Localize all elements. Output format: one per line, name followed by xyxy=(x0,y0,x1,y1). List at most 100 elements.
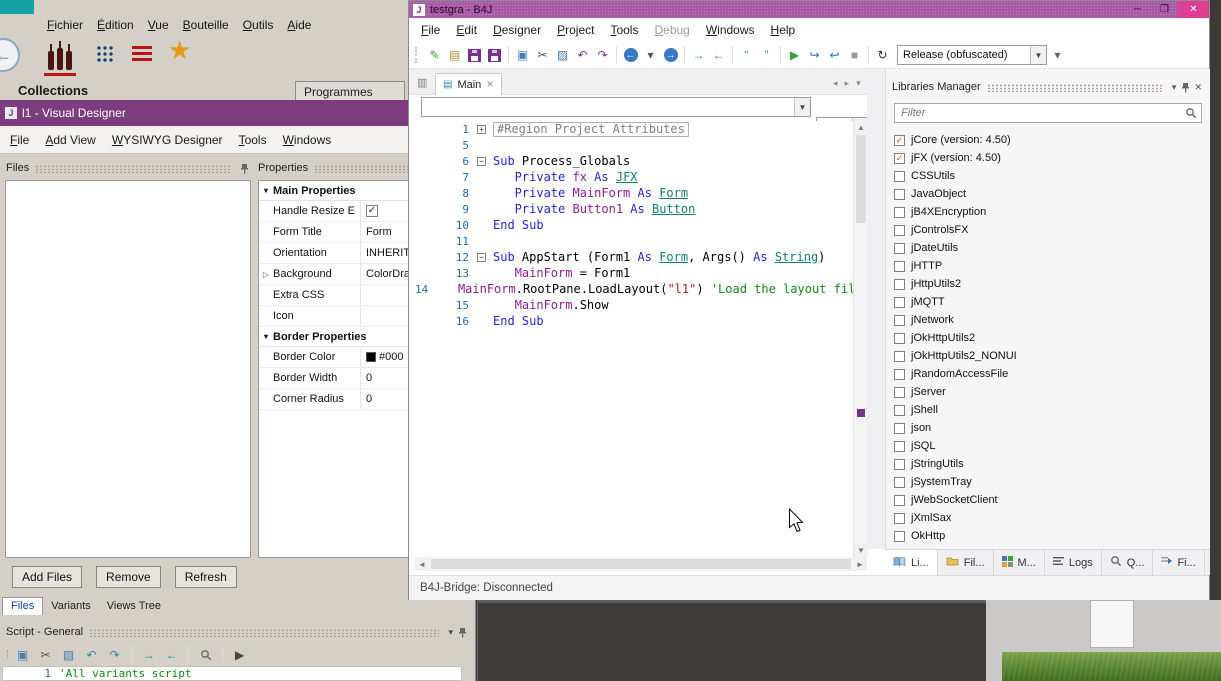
add-files-button[interactable]: Add Files xyxy=(12,566,82,588)
code-line-5[interactable]: 5 xyxy=(415,137,867,153)
code-line-16[interactable]: 16End Sub xyxy=(415,313,867,329)
library-checkbox[interactable] xyxy=(894,153,905,164)
library-checkbox[interactable] xyxy=(894,315,905,326)
library-item-jshell[interactable]: jShell xyxy=(894,401,1204,419)
expand-region-icon[interactable]: + xyxy=(477,125,486,134)
bottles-icon[interactable] xyxy=(44,39,76,72)
library-checkbox[interactable] xyxy=(894,405,905,416)
library-item-json[interactable]: json xyxy=(894,419,1204,437)
library-item-okhttp[interactable]: OkHttp xyxy=(894,527,1204,545)
scroll-up-icon[interactable]: ▲ xyxy=(854,121,868,134)
editor-vertical-scrollbar[interactable]: ▲ ▼ xyxy=(853,121,867,557)
libraries-filter-input[interactable] xyxy=(895,107,1185,119)
minimize-icon[interactable]: ─ xyxy=(1124,1,1151,18)
library-checkbox[interactable] xyxy=(894,243,905,254)
list-menu-icon[interactable] xyxy=(132,46,152,61)
wine-menu-outils[interactable]: Outils xyxy=(236,16,281,34)
undo-icon[interactable]: ↶ xyxy=(82,646,101,665)
pin-icon[interactable] xyxy=(238,162,250,174)
wine-menu-fichier[interactable]: Fichier xyxy=(40,16,90,34)
wine-menu-bouteille[interactable]: Bouteille xyxy=(176,16,236,34)
designer-menu-file[interactable]: File xyxy=(2,130,37,150)
library-item-jstringutils[interactable]: jStringUtils xyxy=(894,455,1204,473)
code-line-15[interactable]: 15 MainForm.Show xyxy=(415,297,867,313)
maximize-icon[interactable]: ❐ xyxy=(1151,1,1178,18)
collections-heading[interactable]: Collections xyxy=(18,83,88,98)
checkbox[interactable] xyxy=(366,205,378,217)
panel-tab-q[interactable]: Q... xyxy=(1102,550,1154,575)
remove-button[interactable]: Remove xyxy=(96,566,161,588)
library-checkbox[interactable] xyxy=(894,513,905,524)
panel-tab-fi[interactable]: Fi... xyxy=(1153,550,1204,575)
scroll-right-icon[interactable]: ► xyxy=(853,557,867,571)
run-script-icon[interactable]: ▶ xyxy=(230,646,249,665)
script-editor[interactable]: 1 'All variants script xyxy=(2,666,462,681)
back-history-caret[interactable]: ▾ xyxy=(641,46,660,65)
library-item-jserver[interactable]: jServer xyxy=(894,383,1204,401)
library-checkbox[interactable] xyxy=(894,171,905,182)
step-into-icon[interactable]: ↪ xyxy=(805,46,824,65)
navigate-back-icon[interactable]: ← xyxy=(621,46,640,65)
library-checkbox[interactable] xyxy=(894,387,905,398)
wine-menu-vue[interactable]: Vue xyxy=(141,16,176,34)
wine-menu-dition[interactable]: Édition xyxy=(90,16,141,34)
library-item-jnetwork[interactable]: jNetwork xyxy=(894,311,1204,329)
code-line-13[interactable]: 13 MainForm = Form1 xyxy=(415,265,867,281)
library-checkbox[interactable] xyxy=(894,351,905,362)
cut-icon[interactable]: ✂ xyxy=(36,646,55,665)
tab-main[interactable]: ▤ Main ✕ xyxy=(435,73,502,95)
undo-icon[interactable]: ↶ xyxy=(573,46,592,65)
library-checkbox[interactable] xyxy=(894,531,905,542)
toolbar-drag-handle[interactable]: ⁞ xyxy=(6,649,7,661)
b4j-menu-designer[interactable]: Designer xyxy=(485,20,549,40)
designer-menu-wysiwyg-designer[interactable]: WYSIWYG Designer xyxy=(104,130,231,150)
collapse-region-icon[interactable]: − xyxy=(477,253,486,262)
library-item-jcore-version-4-50[interactable]: jCore (version: 4.50) xyxy=(894,131,1204,149)
find-icon[interactable] xyxy=(196,646,215,665)
copy-icon[interactable]: ▣ xyxy=(13,646,32,665)
library-checkbox[interactable] xyxy=(894,333,905,344)
library-item-jokhttputils2-nonui[interactable]: jOkHttpUtils2_NONUI xyxy=(894,347,1204,365)
close-tab-icon[interactable]: ✕ xyxy=(486,79,494,90)
library-item-jokhttputils2[interactable]: jOkHttpUtils2 xyxy=(894,329,1204,347)
library-item-jfx-version-4-50[interactable]: jFX (version: 4.50) xyxy=(894,149,1204,167)
chevron-down-icon[interactable]: ▼ xyxy=(794,98,810,116)
library-checkbox[interactable] xyxy=(894,261,905,272)
library-checkbox[interactable] xyxy=(894,459,905,470)
panel-tab-logs[interactable]: Logs xyxy=(1045,550,1102,575)
grid-view-icon[interactable] xyxy=(96,45,113,62)
wine-menu-aide[interactable]: Aide xyxy=(280,16,318,34)
new-file-icon[interactable]: ✎ xyxy=(425,46,444,65)
library-checkbox[interactable] xyxy=(894,423,905,434)
library-checkbox[interactable] xyxy=(894,441,905,452)
library-checkbox[interactable] xyxy=(894,135,905,146)
scrollbar-thumb[interactable] xyxy=(431,559,851,569)
chevron-down-icon[interactable]: ▼ xyxy=(1030,46,1046,64)
library-item-jb4xencryption[interactable]: jB4XEncryption xyxy=(894,203,1204,221)
library-item-jcontrolsfx[interactable]: jControlsFX xyxy=(894,221,1204,239)
code-line-12[interactable]: 12−Sub AppStart (Form1 As Form, Args() A… xyxy=(415,249,867,265)
designer-titlebar[interactable]: J l1 - Visual Designer xyxy=(0,100,475,126)
code-line-11[interactable]: 11 xyxy=(415,233,867,249)
background-window[interactable] xyxy=(477,600,986,681)
panel-tab-fil[interactable]: Fil... xyxy=(938,550,994,575)
code-line-7[interactable]: 7 Private fx As JFX xyxy=(415,169,867,185)
chevron-down-icon[interactable]: ▾ xyxy=(448,627,453,638)
library-checkbox[interactable] xyxy=(894,369,905,380)
code-line-14[interactable]: 14 MainForm.RootPane.LoadLayout("l1") 'L… xyxy=(415,281,867,297)
scroll-down-icon[interactable]: ▼ xyxy=(854,544,868,557)
refresh-button[interactable]: Refresh xyxy=(175,566,237,588)
scroll-tabs-right-icon[interactable]: ▸ xyxy=(845,78,850,89)
library-checkbox[interactable] xyxy=(894,477,905,488)
paste-icon[interactable]: ▨ xyxy=(59,646,78,665)
chevron-down-icon[interactable]: ▾ xyxy=(1172,82,1177,93)
b4j-menu-help[interactable]: Help xyxy=(763,20,804,40)
b4j-menu-tools[interactable]: Tools xyxy=(602,20,646,40)
outdent-icon[interactable]: ← xyxy=(709,46,728,65)
b4j-menu-edit[interactable]: Edit xyxy=(448,20,485,40)
save-icon[interactable] xyxy=(465,46,484,65)
code-line-10[interactable]: 10End Sub xyxy=(415,217,867,233)
redo-icon[interactable]: ↷ xyxy=(105,646,124,665)
tab-programmes[interactable]: Programmes xyxy=(295,81,405,102)
library-checkbox[interactable] xyxy=(894,495,905,506)
